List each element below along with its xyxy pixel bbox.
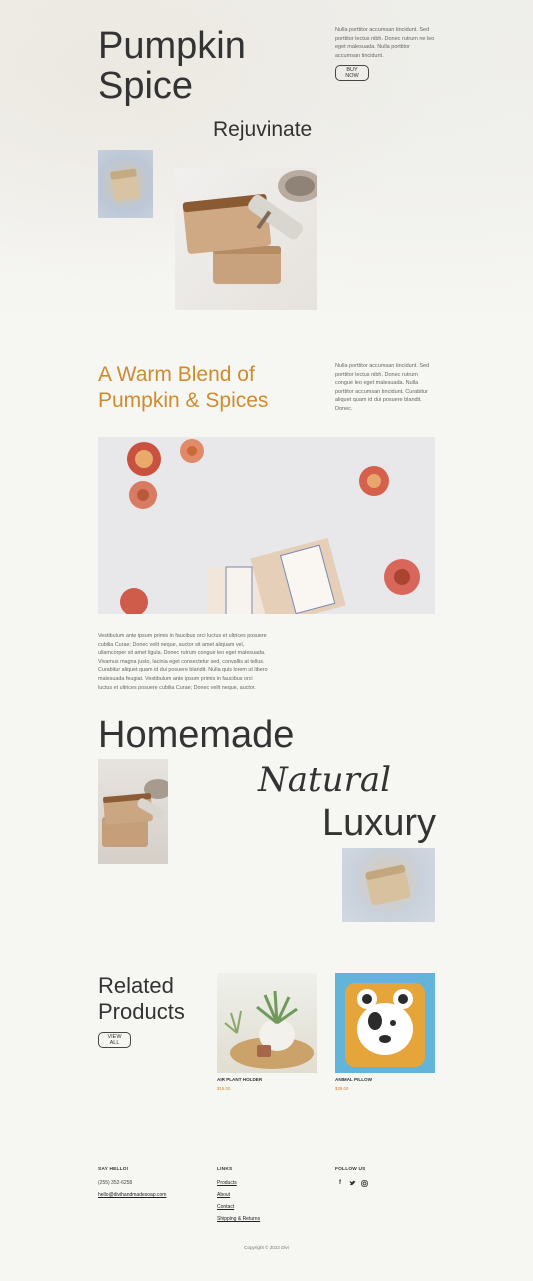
soap-bar-closeup-image [342, 848, 435, 922]
tagline-luxury: Luxury [322, 802, 437, 844]
tagline-homemade: Homemade [98, 714, 295, 756]
soap-with-sage-image [175, 168, 317, 310]
product-name[interactable]: ANIMAL PILLOW [335, 1077, 372, 1082]
related-products-title: Related Products [98, 973, 185, 1025]
footer-link-about[interactable]: About [217, 1192, 230, 1198]
blend-title: A Warm Blend of Pumpkin & Spices [98, 362, 268, 414]
body-paragraph: Vestibulum ante ipsum primis in faucibus… [98, 633, 268, 691]
view-all-button[interactable]: VIEW ALL [98, 1032, 131, 1048]
tagline-natural: Natural [258, 760, 391, 800]
hero-subtitle: Rejuvinate [213, 118, 313, 141]
buy-now-button[interactable]: BUY NOW [335, 65, 369, 81]
footer-follow-heading: FOLLOW US [335, 1167, 366, 1172]
footer-email-link[interactable]: hello@divihandmadesoap.com [98, 1192, 166, 1198]
blend-text: Nulla porttitor accumsan tincidunt. Sed … [335, 363, 430, 412]
product-image-air-plant-holder[interactable] [217, 973, 317, 1073]
copyright-text: Copyright © 2022 Divi [244, 1245, 289, 1250]
blend-title-line2: Pumpkin & Spices [98, 389, 269, 412]
blend-title-line1: A Warm Blend of [98, 363, 255, 386]
product-price: $28.00 [335, 1086, 349, 1091]
product-image-animal-pillow[interactable] [335, 973, 435, 1073]
footer-link-contact[interactable]: Contact [217, 1204, 234, 1210]
hero-title: Pumpkin Spice [98, 26, 246, 106]
hero-intro-text: Nulla porttitor accumsan tincidunt. Sed … [335, 27, 435, 59]
hero-title-line2: Spice [98, 65, 194, 107]
footer-say-hello-heading: SAY HELLO! [98, 1167, 129, 1172]
soap-sage-small-image [98, 759, 168, 864]
soap-with-flowers-image [98, 437, 435, 614]
footer-link-products[interactable]: Products [217, 1180, 237, 1186]
twitter-icon[interactable] [348, 1180, 356, 1189]
hero-title-line1: Pumpkin [98, 25, 246, 67]
product-price: $16.00 [217, 1086, 231, 1091]
instagram-icon[interactable] [360, 1180, 368, 1189]
footer-phone: (255) 352-6258 [98, 1180, 133, 1186]
related-title-line1: Related [98, 973, 174, 998]
product-name[interactable]: AIR PLANT HOLDER [217, 1077, 262, 1082]
footer-link-shipping-returns[interactable]: Shipping & Returns [217, 1216, 260, 1222]
footer-links-heading: LINKS [217, 1167, 233, 1172]
soap-closeup-image [98, 150, 153, 218]
related-title-line2: Products [98, 999, 185, 1024]
facebook-icon[interactable]: f [336, 1180, 344, 1186]
